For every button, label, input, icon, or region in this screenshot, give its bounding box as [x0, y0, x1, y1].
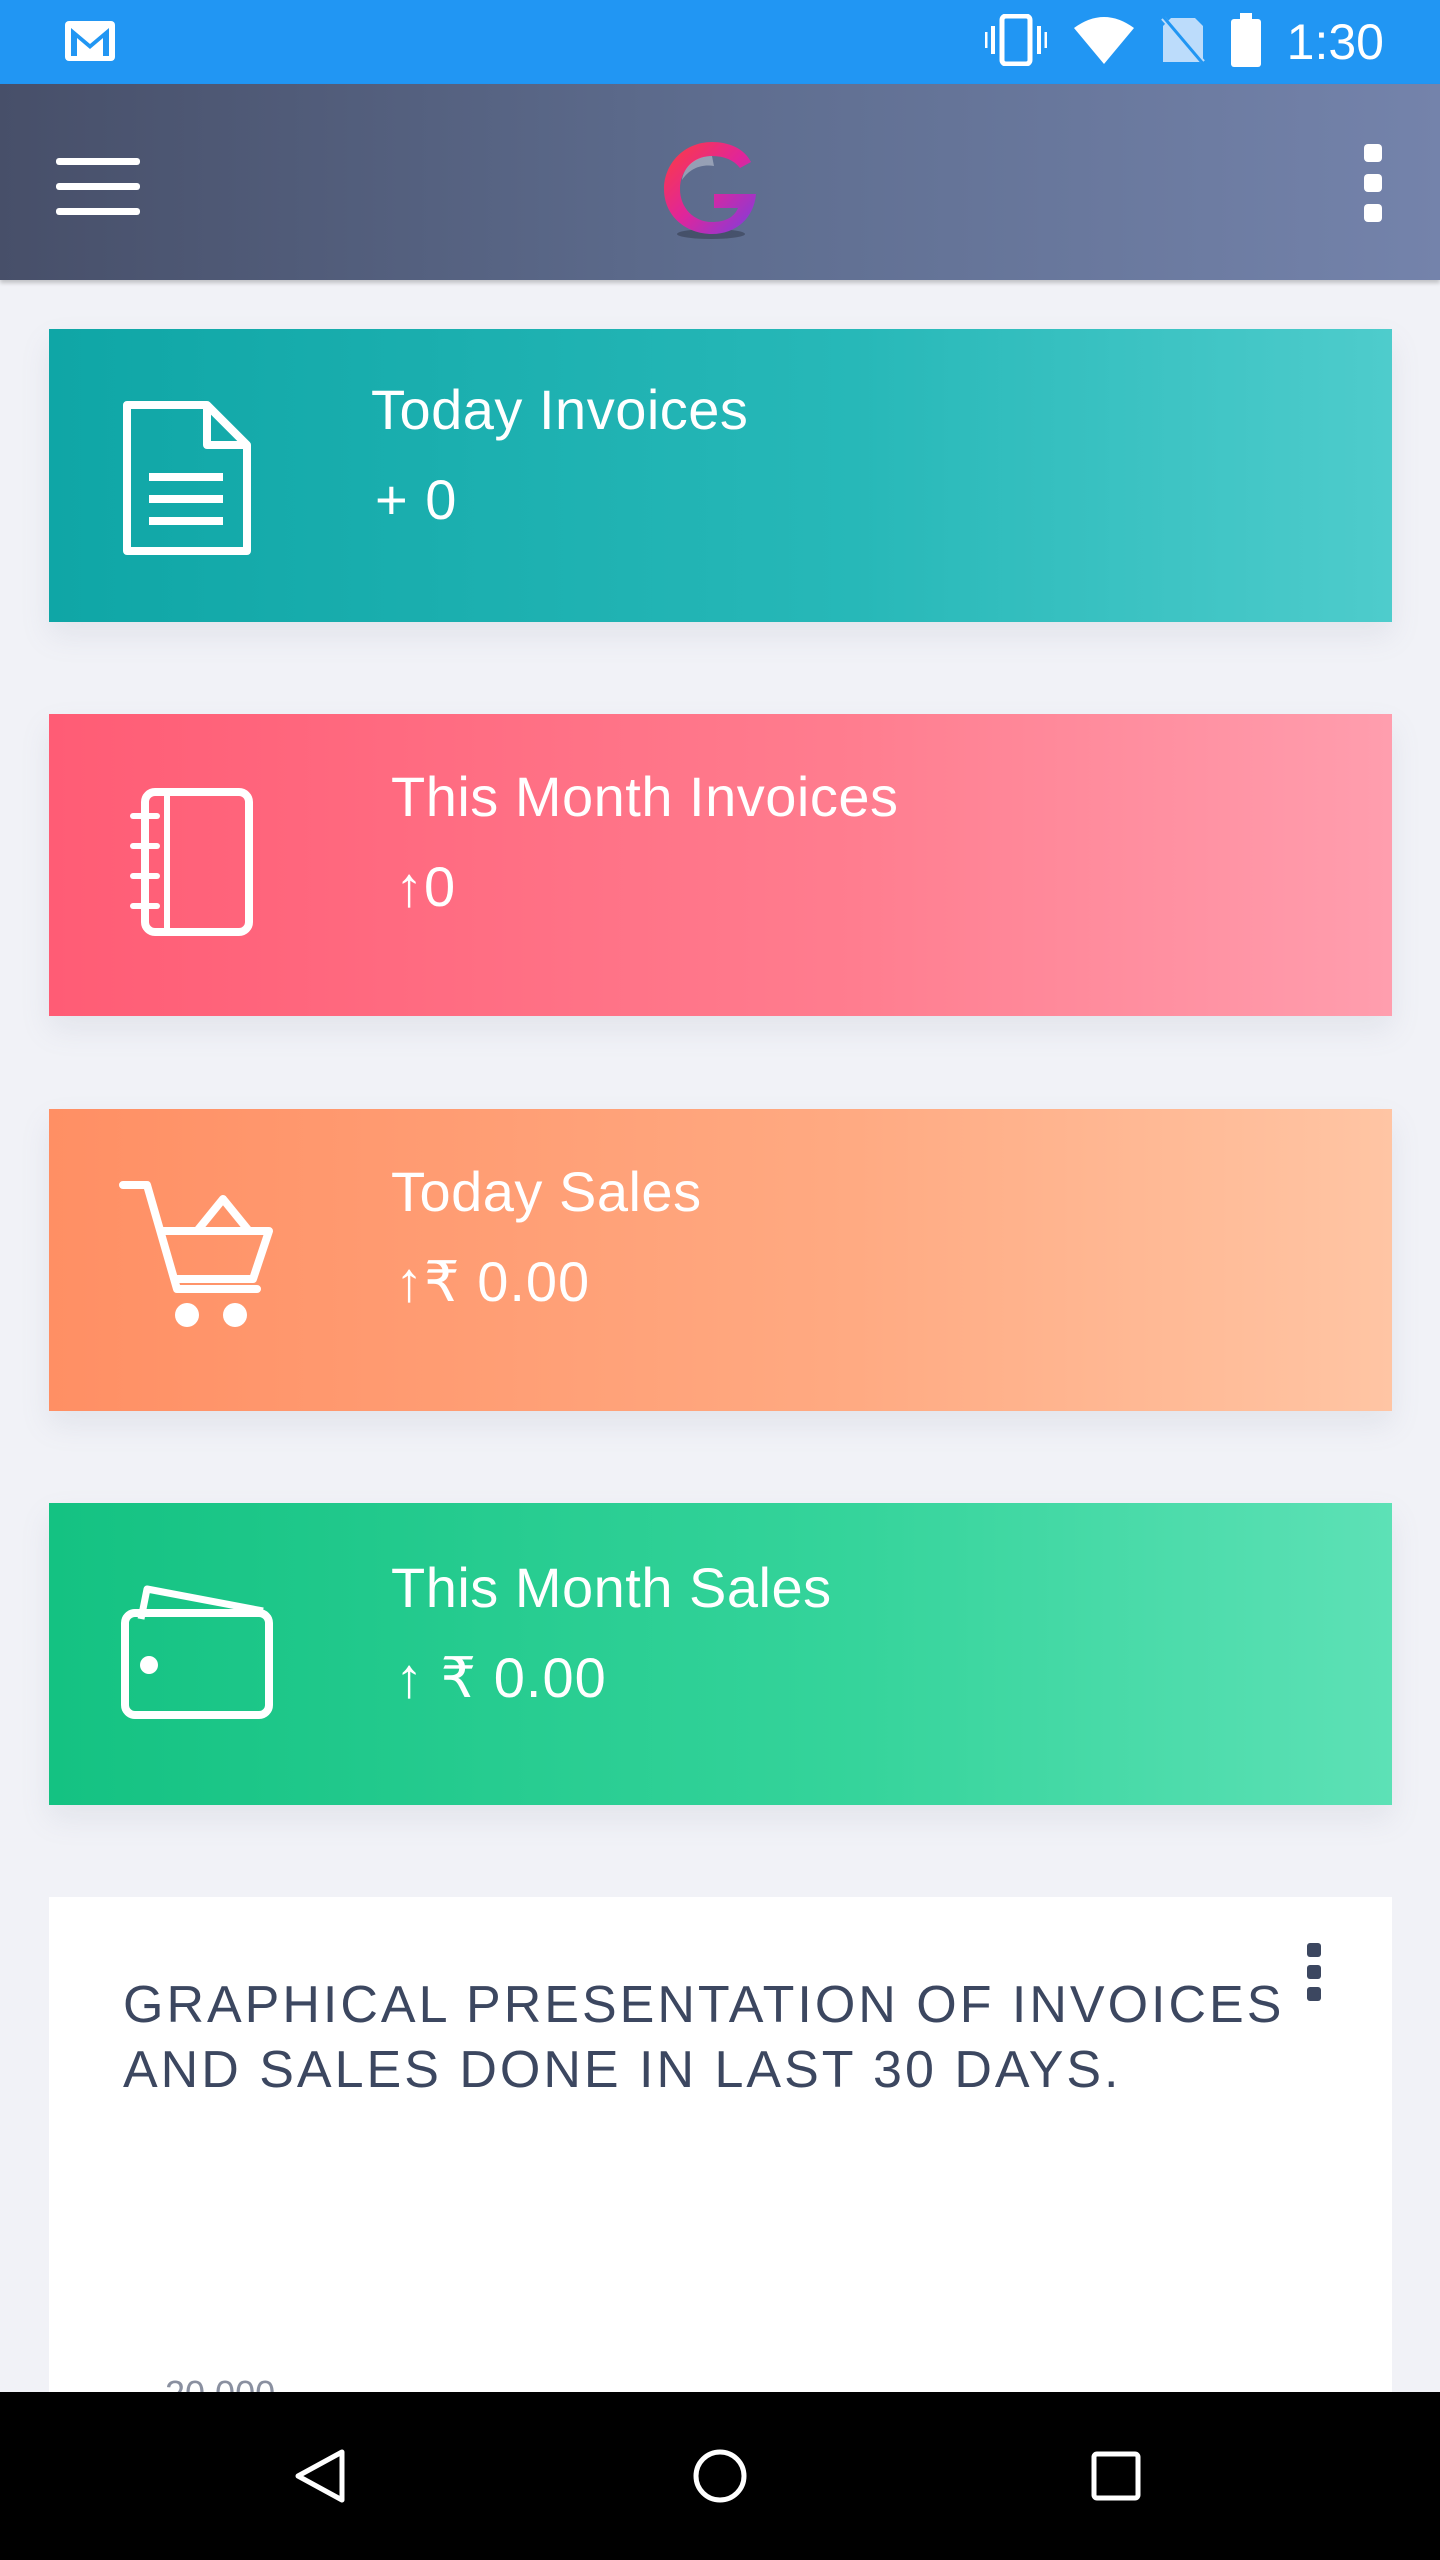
month-sales-card[interactable]: This Month Sales ↑ ₹ 0.00: [49, 1503, 1392, 1805]
card-value: + 0: [375, 468, 458, 531]
chart-card: GRAPHICAL PRESENTATION OF INVOICES AND S…: [49, 1897, 1392, 2397]
navigation-bar: [0, 2392, 1440, 2560]
gmail-icon: [64, 20, 116, 67]
card-label: Today Sales: [391, 1160, 702, 1223]
card-value: ↑0: [395, 855, 457, 918]
today-invoices-card[interactable]: Today Invoices + 0: [49, 329, 1392, 622]
card-value: ↑₹ 0.00: [395, 1250, 591, 1313]
battery-icon: [1205, 12, 1261, 72]
chart-title: GRAPHICAL PRESENTATION OF INVOICES AND S…: [123, 1976, 1285, 2099]
wallet-icon: [121, 1583, 277, 1728]
wifi-icon: [1047, 16, 1135, 69]
document-icon: [119, 399, 259, 564]
status-bar: 1:30: [0, 0, 1440, 84]
home-icon[interactable]: [640, 2392, 800, 2560]
card-label: Today Invoices: [371, 378, 749, 441]
app-bar: [0, 84, 1440, 280]
no-signal-icon: [1135, 12, 1206, 71]
month-invoices-card[interactable]: This Month Invoices ↑0: [49, 714, 1392, 1016]
vibrate-icon: [959, 13, 1048, 71]
recents-icon[interactable]: [1036, 2392, 1196, 2560]
notebook-icon: [129, 786, 259, 943]
cart-icon: [119, 1179, 279, 1336]
card-value: ↑ ₹ 0.00: [395, 1646, 607, 1709]
more-vert-icon[interactable]: [1358, 144, 1388, 224]
more-vert-icon[interactable]: [1302, 1943, 1326, 2003]
back-icon[interactable]: [240, 2392, 400, 2560]
card-label: This Month Sales: [391, 1556, 832, 1619]
app-logo[interactable]: [656, 134, 766, 244]
menu-icon[interactable]: [56, 158, 140, 218]
today-sales-card[interactable]: Today Sales ↑₹ 0.00: [49, 1109, 1392, 1411]
status-time: 1:30: [1286, 14, 1384, 70]
card-label: This Month Invoices: [391, 765, 899, 828]
